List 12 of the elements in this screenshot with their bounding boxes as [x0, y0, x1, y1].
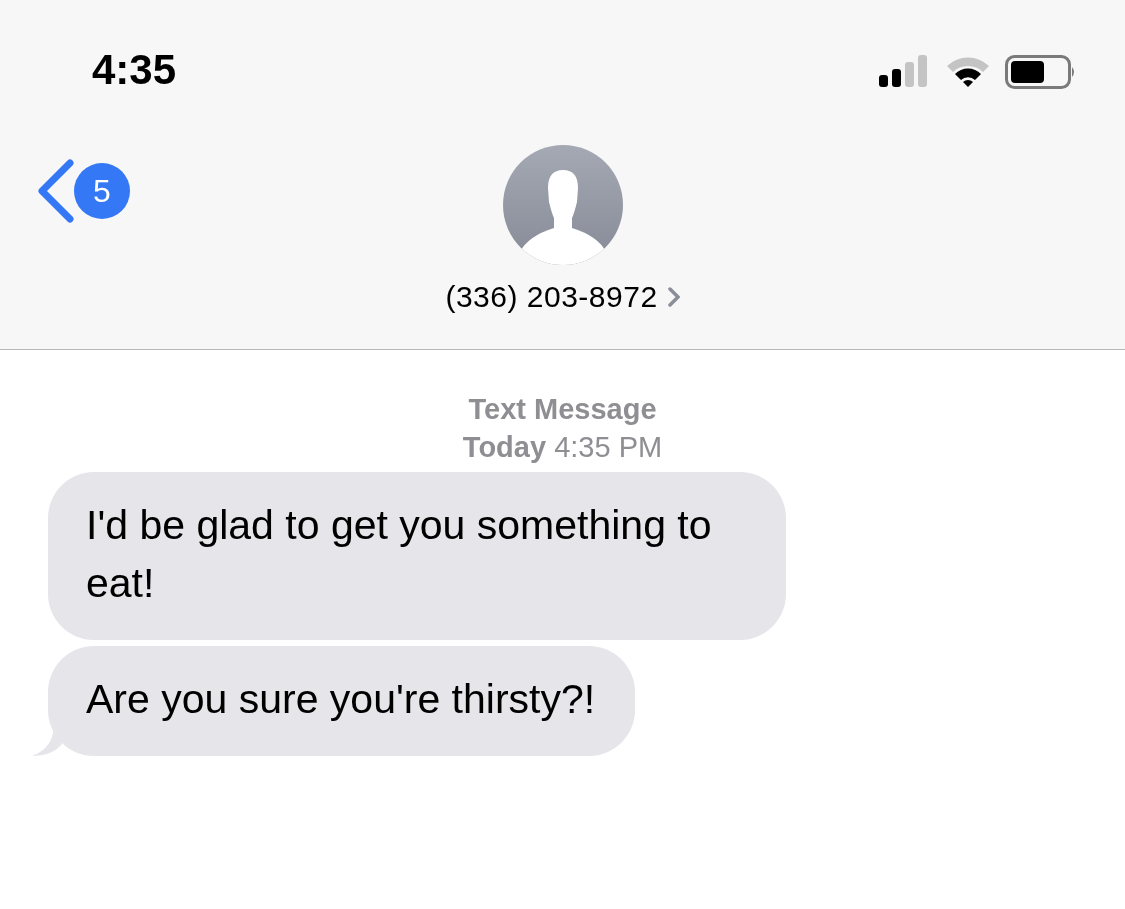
avatar-icon[interactable]: [501, 144, 624, 266]
contact-name-button[interactable]: (336) 203-8972: [445, 280, 680, 314]
chevron-left-icon: [36, 159, 76, 223]
wifi-icon: [945, 56, 991, 88]
message-bubble: I'd be glad to get you something to eat!: [48, 472, 786, 640]
status-time: 4:35: [92, 46, 177, 94]
service-label: Text Message: [468, 392, 657, 427]
chevron-right-icon: [667, 287, 680, 307]
unread-badge: 5: [74, 163, 130, 219]
back-button[interactable]: 5: [36, 159, 130, 223]
battery-icon: [1005, 55, 1077, 89]
message-timestamp: Today 4:35 PM: [462, 430, 663, 465]
